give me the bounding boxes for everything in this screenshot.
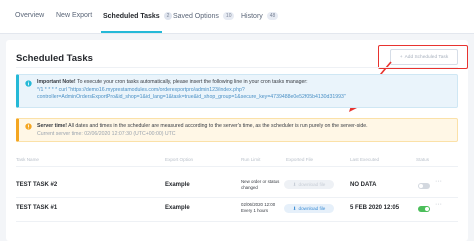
- scheduled-tasks-panel: Scheduled Tasks + Add Scheduled Task Imp…: [6, 40, 468, 241]
- toggle-knob: [419, 184, 423, 188]
- download-file-button[interactable]: ⬇ download file: [284, 204, 334, 213]
- tab-count-badge: 10: [222, 12, 235, 20]
- download-icon: ⬇: [292, 205, 297, 211]
- column-header: Export Option: [165, 157, 194, 162]
- tab-label: Overview: [15, 12, 45, 19]
- tab-new-export[interactable]: New Export: [56, 12, 92, 19]
- toggle-knob: [425, 207, 429, 211]
- tab-saved-options[interactable]: Saved Options 10: [173, 12, 235, 20]
- column-header: Task Name: [16, 157, 39, 162]
- tab-label: History: [241, 12, 263, 20]
- download-button-label: download file: [298, 182, 326, 187]
- active-tab-indicator: [101, 31, 162, 33]
- run-info: New order or status changed: [241, 179, 280, 190]
- task-name: TEST TASK #1: [16, 205, 58, 211]
- task-name: TEST TASK #2: [16, 182, 58, 188]
- column-header: Status: [416, 157, 430, 162]
- alert-message: All dates and times in the scheduler are…: [68, 123, 368, 129]
- column-header: Exported File: [286, 157, 314, 162]
- server-time-alert: Server time! All dates and times in the …: [16, 118, 458, 142]
- download-button-label: download file: [298, 206, 326, 211]
- info-icon: [25, 80, 32, 87]
- tab-count-badge: 48: [266, 12, 279, 20]
- run-info: 02/06/2020 12:00 Every 1 hours: [241, 202, 276, 213]
- tab-label: New Export: [56, 12, 93, 19]
- last-executed: 5 FEB 2020 12:05: [350, 205, 400, 211]
- column-header: Run Limit: [241, 157, 261, 162]
- more-options-icon[interactable]: ···: [435, 178, 442, 185]
- warning-icon: [25, 123, 32, 130]
- divider: [16, 67, 458, 68]
- download-icon: ⬇: [292, 181, 297, 187]
- tab-count-badge: 2: [163, 12, 173, 20]
- export-option: Example: [165, 205, 190, 211]
- export-option: Example: [165, 182, 190, 188]
- tab-label: Saved Options: [173, 12, 219, 20]
- cron-command[interactable]: */1 * * * * curl "https://demo16.myprest…: [37, 87, 346, 101]
- tab-bar: Overview New Export Scheduled Tasks 2 Sav…: [0, 0, 474, 34]
- tab-label: Scheduled Tasks: [103, 12, 160, 20]
- divider: [16, 197, 458, 198]
- tab-history[interactable]: History 48: [241, 12, 279, 20]
- page-title: Scheduled Tasks: [16, 53, 93, 64]
- cron-info-alert: Important Note! To execute your cron tas…: [16, 74, 458, 108]
- tab-overview[interactable]: Overview: [15, 12, 44, 19]
- more-options-icon[interactable]: ···: [435, 201, 442, 208]
- column-header: Last Executed: [350, 157, 380, 162]
- divider: [16, 166, 458, 167]
- status-toggle[interactable]: [418, 206, 430, 212]
- tab-scheduled-tasks[interactable]: Scheduled Tasks 2: [103, 12, 173, 20]
- alert-title: Important Note!: [37, 79, 76, 85]
- status-toggle[interactable]: [418, 183, 430, 189]
- current-server-time: Current server time: 02/06/2020 12:07:30…: [37, 131, 176, 137]
- alert-title: Server time!: [37, 123, 67, 129]
- last-executed: NO DATA: [350, 182, 377, 188]
- divider: [16, 221, 458, 222]
- alert-message: To execute your cron tasks automatically…: [76, 79, 308, 85]
- download-file-button[interactable]: ⬇ download file: [284, 180, 334, 189]
